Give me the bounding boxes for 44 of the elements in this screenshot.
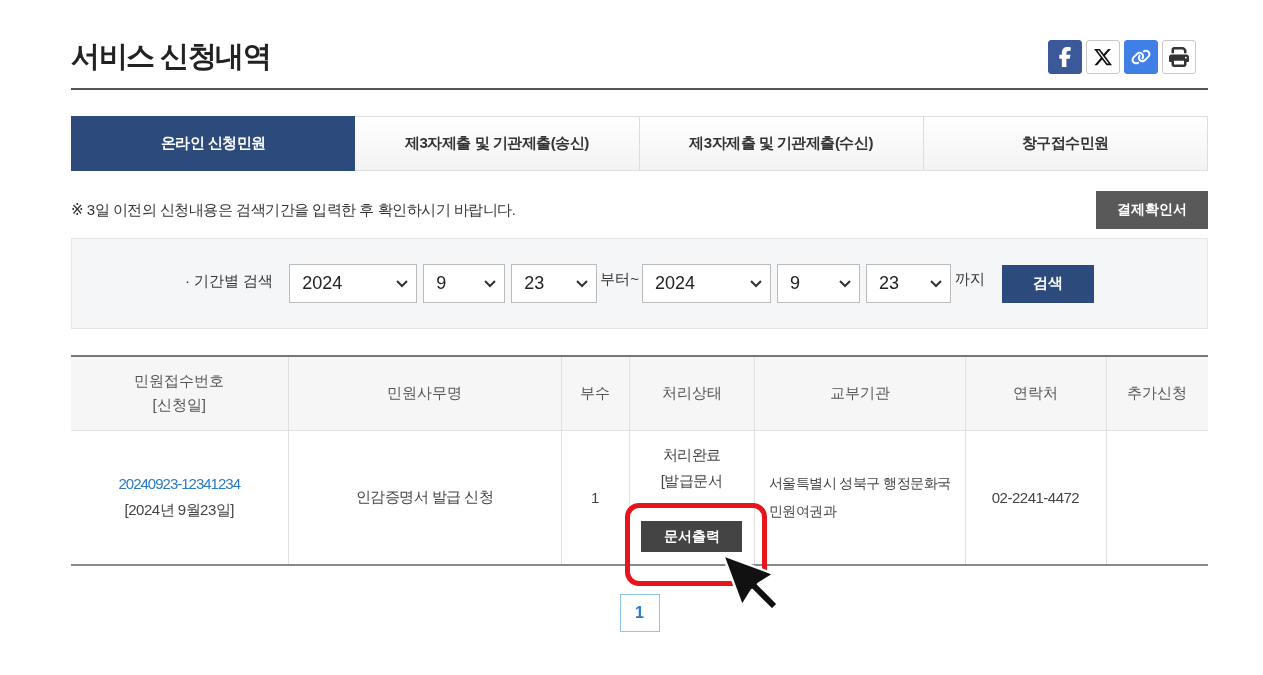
status-text: 처리완료 (662, 446, 721, 464)
from-label: 부터~ (600, 270, 640, 289)
notice-text: ※ 3일 이전의 신청내용은 검색기간을 입력한 후 확인하시기 바랍니다. (71, 200, 516, 220)
chevron-down-icon (396, 279, 409, 288)
search-button[interactable]: 검색 (1002, 264, 1095, 303)
facebook-icon[interactable] (1048, 40, 1082, 74)
column-header: 처리상태 (629, 356, 754, 430)
day-select[interactable]: 23 (866, 264, 952, 303)
service-name: 인감증명서 발급 신청 (355, 487, 494, 505)
column-header: 교부기관 (754, 356, 965, 430)
column-header: 연락처 (965, 356, 1106, 430)
receipt-number-link[interactable]: 20240923-12341234 (118, 475, 240, 493)
until-label: 까지 (955, 270, 986, 289)
year-select[interactable]: 2024 (642, 264, 772, 303)
x-logo-icon[interactable] (1086, 40, 1120, 74)
page-title: 서비스 신청내역 (71, 39, 271, 74)
chevron-down-icon (930, 279, 943, 288)
chevron-down-icon (839, 279, 852, 288)
chevron-down-icon (484, 279, 497, 288)
month-select[interactable]: 9 (423, 264, 506, 303)
page-button[interactable]: 1 (619, 594, 660, 632)
print-document-button[interactable]: 문서출력 (641, 521, 742, 553)
print-icon[interactable] (1162, 40, 1196, 74)
column-header: 부수 (561, 356, 629, 430)
month-select[interactable]: 9 (777, 264, 861, 303)
year-select[interactable]: 2024 (289, 264, 418, 303)
phone-number: 02-2241-4472 (991, 488, 1080, 506)
tab[interactable]: 창구접수민원 (923, 116, 1208, 171)
issuing-office: 서울특별시 성북구 행정문화국 민원여권과 (768, 474, 952, 522)
tab[interactable]: 온라인 신청민원 (71, 116, 356, 171)
chevron-down-icon (576, 279, 589, 288)
column-header: 민원접수번호 [신청일] (71, 356, 288, 430)
day-select[interactable]: 23 (511, 264, 598, 303)
tab[interactable]: 제3자제출 및 기관제출(수신) (639, 116, 924, 171)
copies-count: 1 (591, 488, 599, 506)
chevron-down-icon (750, 279, 763, 288)
column-header: 민원사무명 (288, 356, 561, 430)
payment-receipt-button[interactable]: 결제확인서 (1096, 191, 1208, 229)
application-date: [2024년 9월23일] (124, 501, 234, 519)
column-header: 추가신청 (1106, 356, 1208, 430)
status-text: [발급문서 (660, 472, 723, 490)
link-icon[interactable] (1124, 40, 1158, 74)
search-label: · 기간별 검색 (184, 272, 274, 291)
tab[interactable]: 제3자제출 및 기관제출(송신) (355, 116, 640, 171)
